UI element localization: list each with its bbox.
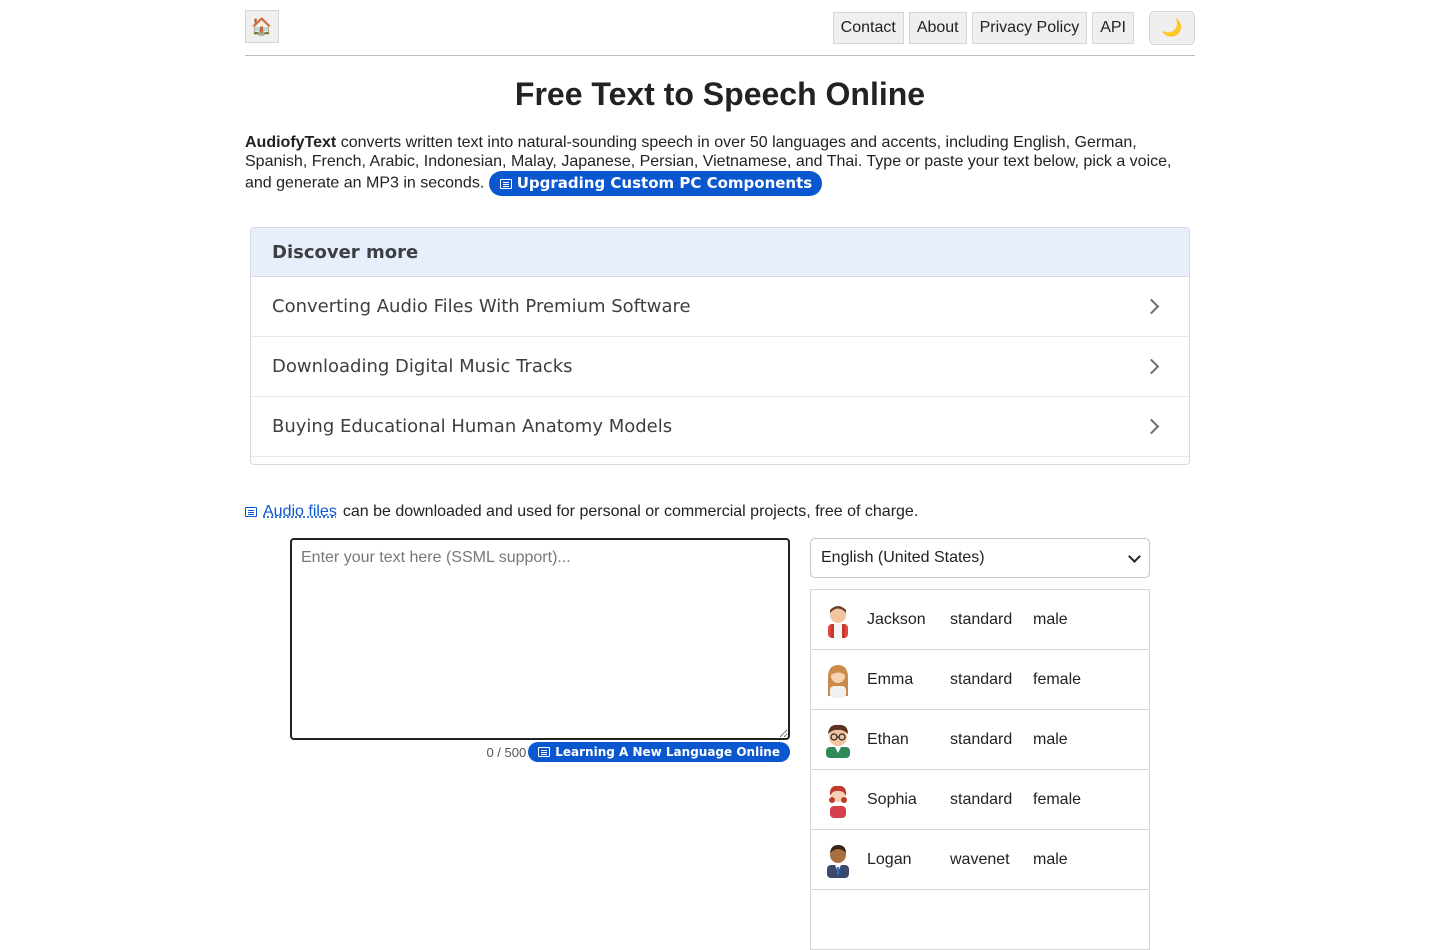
- character-counter-row: 0 / 500 Learning A New Language Online: [486, 742, 790, 762]
- voice-gender: male: [1033, 850, 1068, 868]
- voice-row[interactable]: Emma standard female: [811, 650, 1149, 710]
- nav-link-contact[interactable]: Contact: [832, 12, 904, 44]
- dark-mode-toggle[interactable]: 🌙: [1149, 11, 1195, 45]
- character-counter: 0 / 500: [486, 744, 527, 760]
- discover-item-label: Downloading Digital Music Tracks: [272, 356, 573, 377]
- text-input[interactable]: [290, 538, 790, 740]
- top-nav: 🏠 Contact About Privacy Policy API 🌙: [245, 0, 1195, 56]
- voice-gender: male: [1033, 730, 1068, 748]
- home-button[interactable]: 🏠: [245, 10, 279, 43]
- voice-name: Logan: [867, 850, 912, 868]
- document-icon: [245, 507, 257, 517]
- voice-list: Jackson standard male Emma standard fema…: [810, 589, 1150, 950]
- voice-type: wavenet: [950, 850, 1010, 868]
- license-note: Audio files can be downloaded and used f…: [245, 503, 918, 521]
- document-icon: [538, 747, 551, 757]
- voice-name: Ethan: [867, 730, 909, 748]
- nav-link-privacy-policy[interactable]: Privacy Policy: [971, 12, 1088, 44]
- page-title: Free Text to Speech Online: [514, 76, 926, 112]
- voice-row[interactable]: Sophia standard female: [811, 770, 1149, 830]
- voice-name: Sophia: [867, 790, 917, 808]
- discover-heading: Discover more: [251, 228, 1189, 277]
- female-avatar-blonde-icon: [828, 664, 848, 698]
- male-avatar-red-icon: [828, 605, 848, 638]
- home-icon: 🏠: [251, 16, 273, 36]
- voice-type: standard: [950, 610, 1013, 628]
- female-avatar-red-icon: [829, 785, 847, 818]
- voice-name: Jackson: [867, 610, 926, 628]
- language-select[interactable]: English (United States): [810, 538, 1150, 578]
- language-selected-value: English (United States): [821, 549, 985, 566]
- pill-label: Learning A New Language Online: [555, 745, 780, 759]
- discover-item[interactable]: Downloading Digital Music Tracks: [251, 337, 1189, 397]
- chevron-right-icon: [1143, 358, 1160, 375]
- voice-gender: female: [1033, 790, 1082, 808]
- pill-label: Upgrading Custom PC Components: [516, 174, 813, 192]
- nav-link-about[interactable]: About: [908, 12, 967, 44]
- document-icon: [499, 178, 512, 189]
- nav-link-api[interactable]: API: [1092, 12, 1134, 44]
- sponsored-pill-link[interactable]: Upgrading Custom PC Components: [488, 171, 823, 196]
- voice-gender: male: [1033, 610, 1068, 628]
- voice-name: Emma: [867, 670, 914, 688]
- voice-type: standard: [950, 730, 1013, 748]
- male-avatar-suit-icon: [827, 844, 849, 878]
- discover-item-label: Converting Audio Files With Premium Soft…: [272, 296, 691, 317]
- discover-more-card: Discover more Converting Audio Files Wit…: [250, 227, 1190, 465]
- moon-icon: 🌙: [1161, 18, 1183, 37]
- audio-files-link[interactable]: Audio files: [263, 503, 337, 521]
- discover-item-label: Buying Educational Human Anatomy Models: [272, 416, 673, 437]
- chevron-right-icon: [1143, 418, 1160, 435]
- voice-row[interactable]: Logan wavenet male: [811, 830, 1149, 890]
- male-avatar-glasses-icon: [826, 724, 850, 758]
- brand-name: AudiofyText: [245, 134, 337, 151]
- voice-gender: female: [1033, 670, 1082, 688]
- voice-type: standard: [950, 790, 1013, 808]
- sponsored-pill-link[interactable]: Learning A New Language Online: [528, 742, 790, 762]
- voice-type: standard: [950, 670, 1013, 688]
- nav-links: Contact About Privacy Policy API: [832, 12, 1134, 44]
- chevron-down-icon: [1128, 549, 1141, 563]
- page: 🏠 Contact About Privacy Policy API 🌙 Fre…: [245, 0, 1195, 950]
- voice-row[interactable]: [811, 890, 1149, 950]
- intro-paragraph: AudiofyText converts written text into n…: [245, 133, 1185, 196]
- discover-item[interactable]: Converting Audio Files With Premium Soft…: [251, 277, 1189, 337]
- chevron-right-icon: [1143, 298, 1160, 315]
- voice-row[interactable]: Jackson standard male: [811, 590, 1149, 650]
- license-note-text: can be downloaded and used for personal …: [342, 503, 919, 520]
- discover-item[interactable]: Buying Educational Human Anatomy Models: [251, 397, 1189, 457]
- voice-row[interactable]: Ethan standard male: [811, 710, 1149, 770]
